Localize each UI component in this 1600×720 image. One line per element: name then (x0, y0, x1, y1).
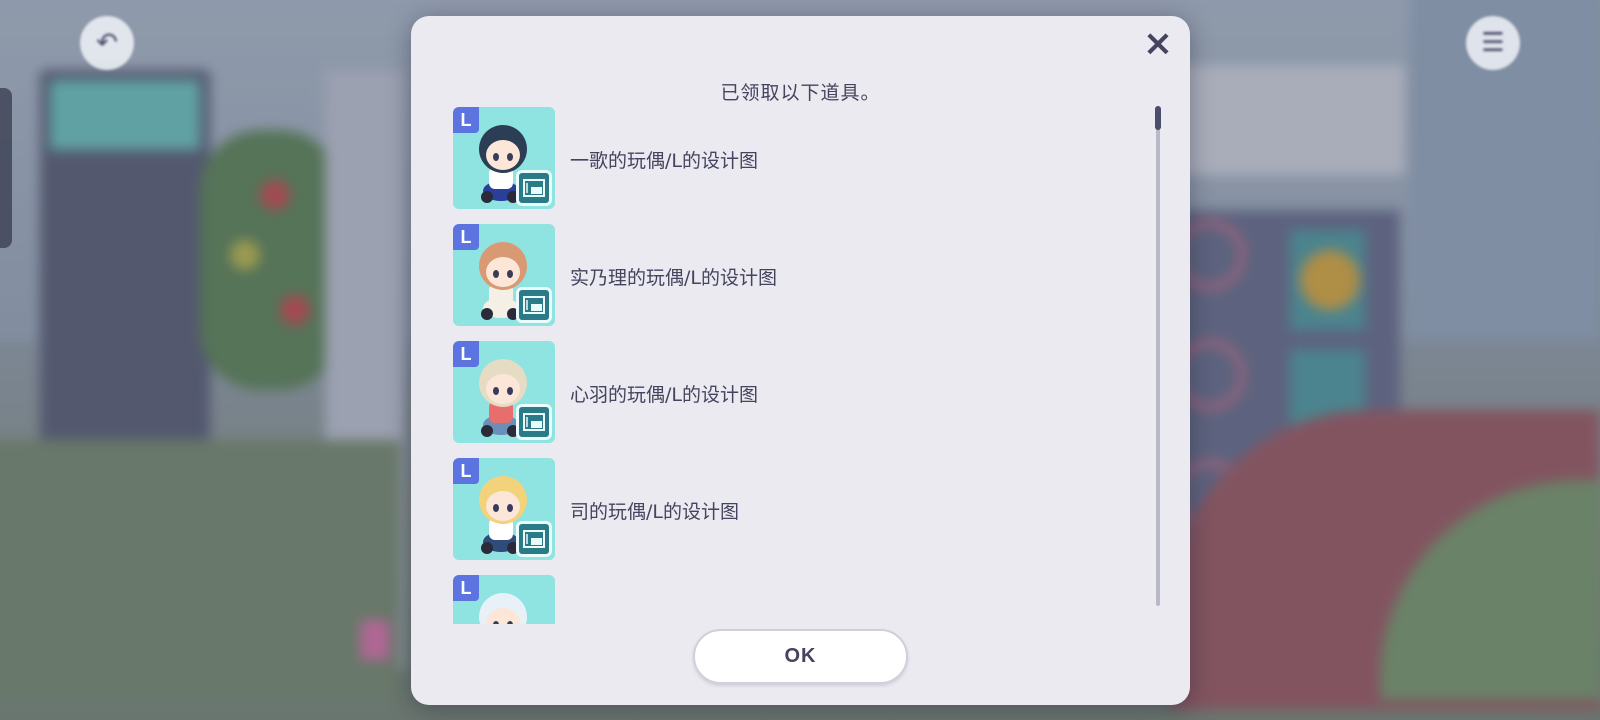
size-rank-badge: L (453, 107, 479, 133)
item-name: 心羽的玩偶/L的设计图 (570, 384, 758, 406)
item-name: 司的玩偶/L的设计图 (570, 501, 739, 523)
menu-icon[interactable]: ☰ (1466, 16, 1520, 70)
list-item: L 一歌的玩偶/L的设计图 (453, 107, 1163, 224)
blueprint-icon (516, 521, 552, 557)
blueprint-icon (516, 287, 552, 323)
list-item: L 实乃理的玩偶/L的设计图 (453, 224, 1163, 341)
size-rank-badge: L (453, 575, 479, 601)
scroll-thumb[interactable] (1155, 106, 1161, 130)
scrollbar[interactable] (1155, 106, 1161, 606)
close-icon[interactable]: × (1138, 24, 1178, 64)
list-item: L (453, 575, 1163, 624)
list-item: L 心羽的玩偶/L的设计图 (453, 341, 1163, 458)
received-items-dialog: × 已领取以下道具。 L 一歌的玩偶/L的设计图 L 实乃理的玩偶/L的设计图 L 心羽的… (411, 16, 1190, 705)
blueprint-icon (516, 404, 552, 440)
item-thumbnail: L (453, 341, 555, 443)
list-item: L 司的玩偶/L的设计图 (453, 458, 1163, 575)
back-icon[interactable]: ↶ (80, 16, 134, 70)
item-thumbnail: L (453, 575, 555, 624)
dialog-title: 已领取以下道具。 (720, 82, 881, 104)
size-rank-badge: L (453, 341, 479, 367)
size-rank-badge: L (453, 224, 479, 250)
blueprint-icon (516, 170, 552, 206)
item-name: 实乃理的玩偶/L的设计图 (570, 267, 777, 289)
side-drawer-tab[interactable] (0, 88, 12, 248)
item-thumbnail: L (453, 107, 555, 209)
item-name: 一歌的玩偶/L的设计图 (570, 150, 758, 172)
item-list[interactable]: L 一歌的玩偶/L的设计图 L 实乃理的玩偶/L的设计图 L 心羽的玩偶/L的设计图 L 司的… (453, 107, 1163, 624)
item-thumbnail: L (453, 224, 555, 326)
size-rank-badge: L (453, 458, 479, 484)
ok-button[interactable]: OK (693, 629, 908, 684)
item-thumbnail: L (453, 458, 555, 560)
